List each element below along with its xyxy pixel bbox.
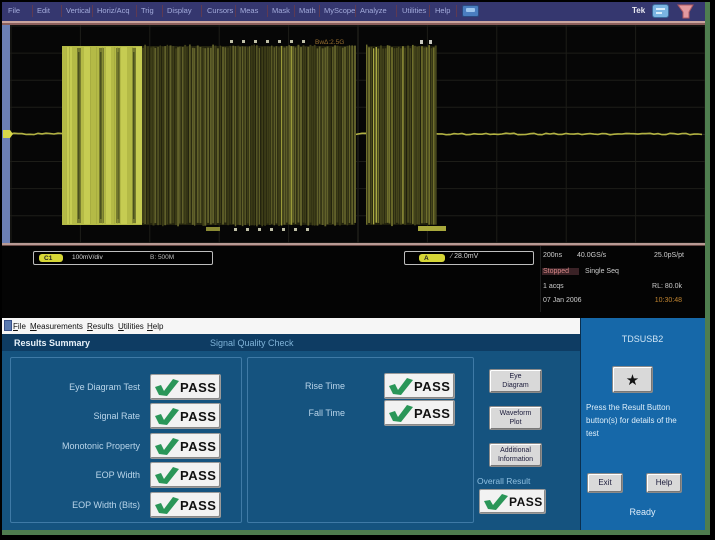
svg-text:PASS: PASS	[180, 498, 216, 513]
svg-text:PASS: PASS	[180, 409, 216, 424]
svg-text:BwΔ:2.5G: BwΔ:2.5G	[315, 39, 344, 46]
svg-text:PASS: PASS	[414, 379, 450, 394]
svg-text:PASS: PASS	[414, 406, 450, 421]
svg-text:PASS: PASS	[180, 380, 216, 395]
svg-text:PASS: PASS	[180, 468, 216, 483]
svg-text:PASS: PASS	[509, 495, 543, 509]
svg-text:PASS: PASS	[180, 439, 216, 454]
